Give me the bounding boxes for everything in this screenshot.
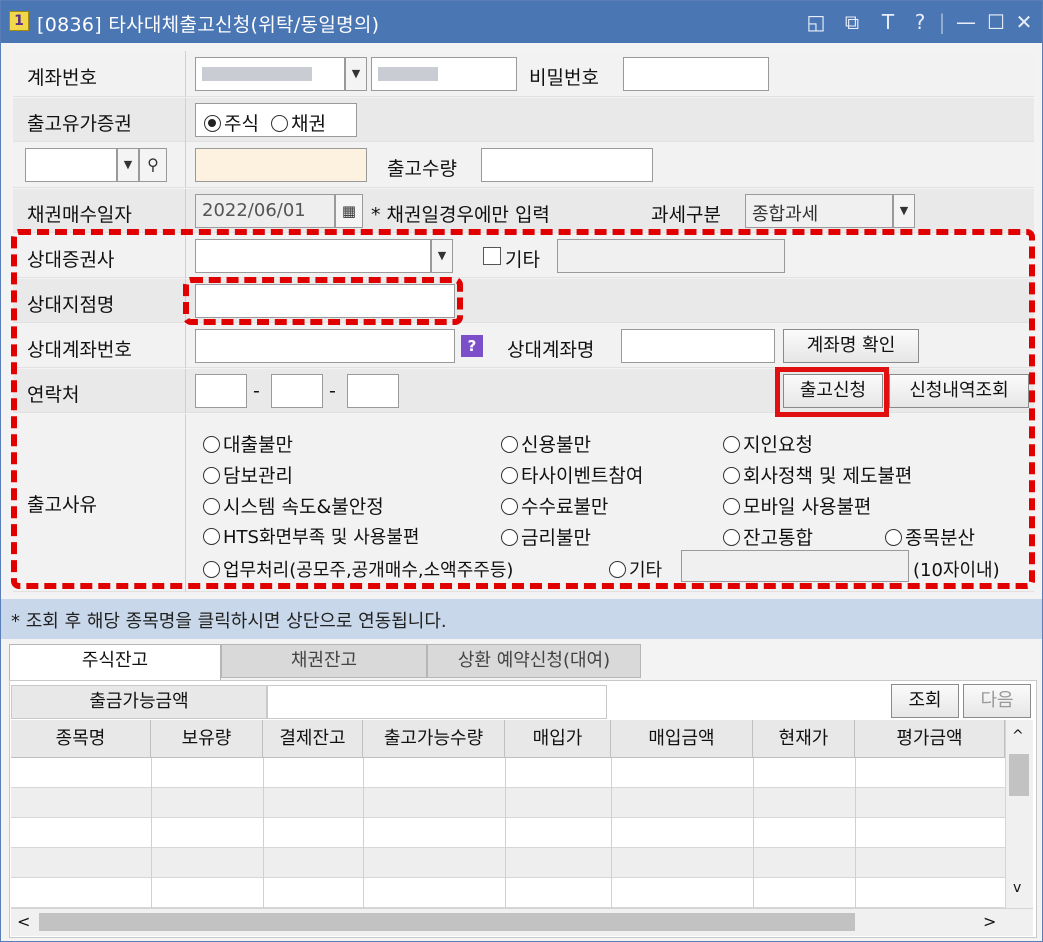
window-title: [0836] 타사대체출고신청(위탁/동일명의) — [37, 14, 380, 36]
scroll-up-icon[interactable]: ^ — [1012, 728, 1024, 744]
masked-account-number — [202, 67, 312, 81]
tab-repayment-request[interactable]: 상환 예약신청(대여) — [427, 644, 641, 678]
app-icon: 1 — [9, 11, 29, 31]
password-label: 비밀번호 — [529, 67, 599, 89]
app-window: 1 [0836] 타사대체출고신청(위탁/동일명의) ◱ ⧉ T ? | — ☐… — [0, 0, 1043, 942]
horizontal-scroll-thumb[interactable] — [39, 913, 855, 931]
stock-code-field[interactable] — [25, 148, 117, 182]
stock-row: ▼ ⚲ 출고수량 — [13, 142, 1034, 188]
row-divider — [185, 51, 186, 97]
column-header[interactable]: 현재가 — [753, 720, 855, 758]
bond-date-label: 채권매수일자 — [27, 204, 132, 226]
vertical-scrollbar[interactable]: ^ v — [1005, 720, 1033, 908]
tab-stock-balance[interactable]: 주식잔고 — [9, 644, 221, 680]
stock-code-dropdown-button[interactable]: ▼ — [117, 148, 139, 182]
scroll-left-icon[interactable]: < — [17, 912, 30, 931]
tax-type-select[interactable]: 종합과세 — [745, 194, 893, 228]
column-divider — [611, 758, 612, 908]
security-type-label: 출고유가증권 — [27, 113, 132, 135]
column-header[interactable]: 평가금액 — [855, 720, 1005, 758]
tax-type-dropdown-button[interactable]: ▼ — [893, 194, 915, 228]
column-header[interactable]: 매입가 — [505, 720, 611, 758]
row-divider — [185, 189, 186, 233]
row-divider — [185, 142, 186, 188]
query-button[interactable]: 조회 — [891, 684, 959, 718]
column-divider — [505, 758, 506, 908]
account-row: 계좌번호 ▼ 비밀번호 — [13, 51, 1034, 97]
account-label: 계좌번호 — [27, 67, 97, 89]
security-type-row: 출고유가증권 주식 채권 — [13, 98, 1034, 142]
stock-name-field — [195, 148, 367, 182]
highlight-branch-field — [183, 277, 463, 325]
column-divider — [151, 758, 152, 908]
bond-date-row: 채권매수일자 2022/06/01 ▦ * 채권일경우에만 입력 과세구분 종합… — [13, 189, 1034, 233]
copy-window-icon[interactable]: ⧉ — [837, 7, 867, 37]
radio-stock-icon — [204, 115, 221, 132]
radio-stock-label: 주식 — [224, 113, 259, 135]
search-icon[interactable]: ⚲ — [139, 148, 167, 182]
highlight-submit-button — [775, 367, 889, 417]
available-amount-label: 출금가능금액 — [11, 685, 267, 719]
bond-date-field[interactable]: 2022/06/01 — [195, 194, 335, 228]
column-header[interactable]: 매입금액 — [611, 720, 753, 758]
available-amount-value — [267, 685, 607, 719]
column-header[interactable]: 출고가능수량 — [363, 720, 505, 758]
security-type-radio-group: 주식 채권 — [195, 103, 357, 137]
title-bar: 1 [0836] 타사대체출고신청(위탁/동일명의) ◱ ⧉ T ? | — ☐… — [1, 1, 1042, 43]
scroll-down-icon[interactable]: v — [1013, 880, 1021, 896]
column-header[interactable]: 보유량 — [151, 720, 263, 758]
radio-bond-label: 채권 — [291, 113, 326, 135]
calendar-icon[interactable]: ▦ — [335, 194, 363, 228]
quantity-label: 출고수량 — [387, 158, 457, 180]
horizontal-scrollbar[interactable]: < > — [11, 908, 1033, 936]
account-number-field[interactable] — [195, 57, 345, 91]
tax-type-label: 과세구분 — [651, 204, 721, 226]
layout-icon[interactable]: ◱ — [801, 7, 831, 37]
column-divider — [855, 758, 856, 908]
info-bar: * 조회 후 해당 종목명을 클릭하시면 상단으로 연동됩니다. — [1, 599, 1042, 639]
minimize-icon[interactable]: — — [951, 7, 981, 37]
column-header[interactable]: 종목명 — [11, 720, 151, 758]
maximize-icon[interactable]: ☐ — [981, 7, 1011, 37]
quantity-field[interactable] — [481, 148, 653, 182]
column-divider — [753, 758, 754, 908]
row-divider — [185, 98, 186, 142]
scroll-right-icon[interactable]: > — [983, 912, 996, 931]
password-field[interactable] — [623, 57, 769, 91]
radio-bond[interactable]: 채권 — [271, 113, 326, 135]
font-icon[interactable]: T — [873, 7, 903, 37]
column-divider — [263, 758, 264, 908]
column-header[interactable]: 결제잔고 — [263, 720, 363, 758]
column-divider — [363, 758, 364, 908]
bond-note: * 채권일경우에만 입력 — [371, 204, 550, 226]
close-icon[interactable]: ✕ — [1009, 7, 1039, 37]
radio-stock[interactable]: 주식 — [204, 113, 259, 135]
next-button[interactable]: 다음 — [963, 684, 1031, 718]
radio-bond-icon — [271, 115, 289, 132]
masked-account-name — [378, 67, 438, 81]
account-dropdown-button[interactable]: ▼ — [345, 57, 367, 91]
vertical-scroll-thumb[interactable] — [1009, 754, 1029, 796]
tab-bond-balance[interactable]: 채권잔고 — [221, 644, 427, 678]
account-name-field — [371, 57, 517, 91]
